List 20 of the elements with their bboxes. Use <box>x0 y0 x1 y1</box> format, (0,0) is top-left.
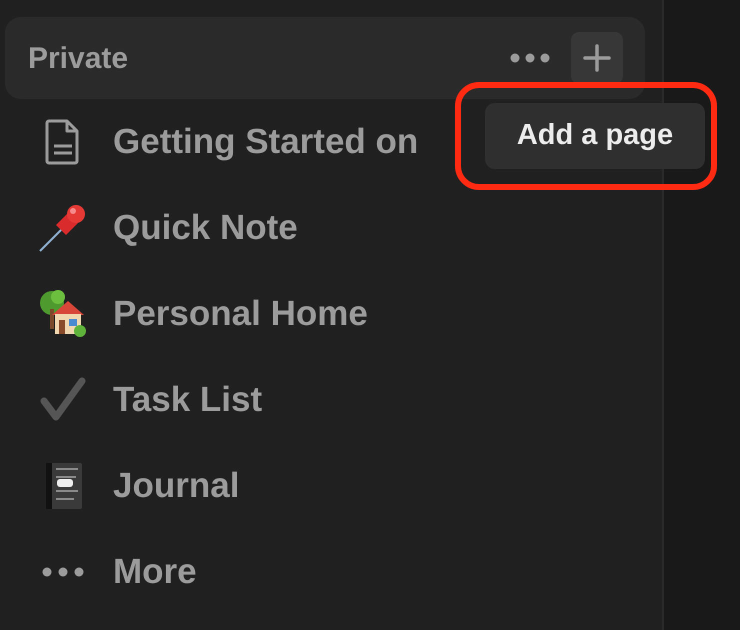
sidebar-item[interactable]: More <box>5 529 657 615</box>
tooltip-text: Add a page <box>516 118 674 154</box>
sidebar-item[interactable]: Journal <box>5 443 657 529</box>
sidebar-item[interactable]: Personal Home <box>5 271 657 357</box>
item-label: Task List <box>113 378 262 421</box>
section-title: Private <box>28 40 128 76</box>
pushpin-icon <box>38 203 88 253</box>
add-page-button[interactable] <box>571 32 623 84</box>
sidebar-item[interactable]: Task List <box>5 357 657 443</box>
plus-icon <box>583 44 611 72</box>
checkmark-icon <box>40 377 86 423</box>
sidebar-item[interactable]: Quick Note <box>5 185 657 271</box>
item-label: More <box>113 550 197 593</box>
house-icon <box>38 289 88 339</box>
item-label: Journal <box>113 464 240 507</box>
more-icon <box>510 53 550 63</box>
more-icon <box>42 567 84 577</box>
item-label: Quick Note <box>113 206 298 249</box>
item-label: Getting Started on <box>113 120 418 163</box>
item-label: Personal Home <box>113 292 368 335</box>
